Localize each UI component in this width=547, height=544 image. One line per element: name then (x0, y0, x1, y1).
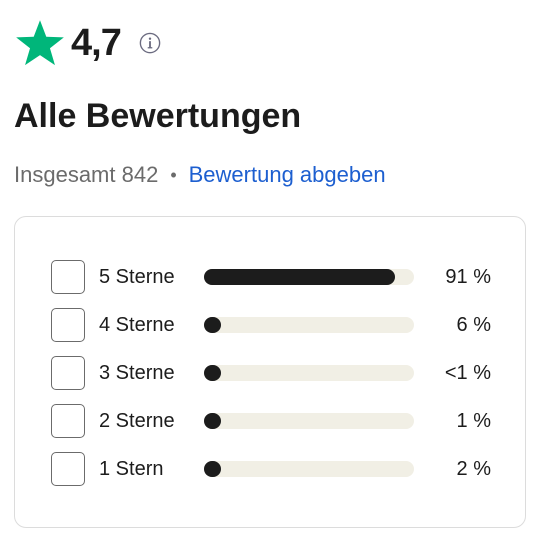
rating-filter-panel: 5 Sterne 91 % 4 Sterne 6 % 3 Sterne <1 %… (14, 216, 526, 528)
rating-bar-track (204, 317, 414, 333)
rating-bar-fill (204, 461, 221, 477)
rating-3-checkbox[interactable] (51, 356, 85, 390)
star-icon (16, 20, 64, 66)
rating-label: 1 Stern (99, 457, 164, 480)
write-review-link[interactable]: Bewertung abgeben (189, 160, 386, 190)
rating-bar-track (204, 269, 414, 285)
rating-row-4[interactable]: 4 Sterne 6 % (51, 306, 491, 344)
rating-row-5[interactable]: 5 Sterne 91 % (51, 258, 491, 296)
rating-bar-fill (204, 413, 221, 429)
page-title: Alle Bewertungen (14, 97, 302, 135)
rating-bar-track (204, 365, 414, 381)
rating-bar-fill (204, 269, 396, 285)
total-reviews-count: Insgesamt 842 (14, 162, 159, 187)
rating-label: 2 Sterne (99, 409, 175, 432)
rating-1-checkbox[interactable] (51, 452, 85, 486)
rating-percent: 2 % (456, 457, 491, 480)
rating-label: 3 Sterne (99, 361, 175, 384)
rating-bar-track (204, 413, 414, 429)
rating-5-checkbox[interactable] (51, 260, 85, 294)
rating-row-1[interactable]: 1 Stern 2 % (51, 450, 491, 488)
rating-header: 4,7 (14, 17, 161, 69)
rating-percent: 1 % (456, 409, 491, 432)
rating-2-checkbox[interactable] (51, 404, 85, 438)
rating-4-checkbox[interactable] (51, 308, 85, 342)
rating-bar-fill (204, 317, 221, 333)
separator-dot: • (170, 165, 177, 185)
rating-percent: 91 % (445, 265, 491, 288)
rating-percent: 6 % (456, 313, 491, 336)
rating-bar-track (204, 461, 414, 477)
rating-label: 5 Sterne (99, 265, 175, 288)
rating-percent: <1 % (444, 361, 491, 384)
rating-bar-fill (204, 365, 221, 381)
info-icon[interactable] (139, 32, 161, 54)
rating-value: 4,7 (71, 22, 122, 64)
rating-row-3[interactable]: 3 Sterne <1 % (51, 354, 491, 392)
rating-label: 4 Sterne (99, 313, 175, 336)
reviews-meta: Insgesamt 842 • Bewertung abgeben (14, 160, 386, 190)
rating-row-2[interactable]: 2 Sterne 1 % (51, 402, 491, 440)
